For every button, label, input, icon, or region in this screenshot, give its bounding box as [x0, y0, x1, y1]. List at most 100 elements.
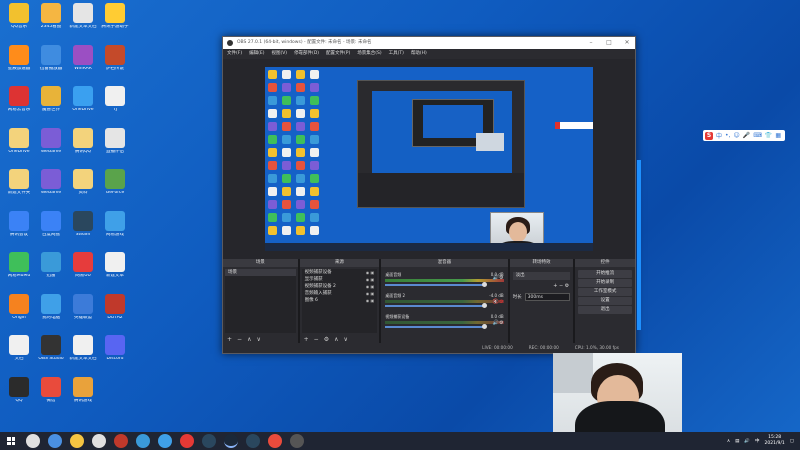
desktop-icon[interactable]: Origin — [2, 293, 36, 333]
desktop-icon[interactable]: 2345看图 — [34, 2, 68, 42]
desktop-icon[interactable]: 腾讯会议 — [2, 210, 36, 250]
desktop-icon[interactable]: Discord — [98, 334, 132, 374]
minimize-icon[interactable]: – — [583, 37, 599, 49]
menu-scene-collection[interactable]: 场景集合(S) — [357, 49, 381, 59]
volume-slider[interactable] — [385, 303, 488, 308]
eye-icon[interactable]: ◉ ▣ — [366, 283, 375, 290]
menu-profile[interactable]: 配置文件(P) — [326, 49, 350, 59]
desktop-icon[interactable]: 网易云音乐 — [2, 85, 36, 125]
preview-canvas[interactable] — [265, 67, 593, 251]
speaker-icon[interactable]: 🔊⚙ — [493, 275, 504, 281]
start-streaming-button[interactable]: 开始推流 — [578, 270, 632, 278]
ime-toolbar[interactable]: S 中 •, ☺ 🎤 ⌨ 👕 ▦ — [703, 130, 785, 141]
tray-arrow-icon[interactable]: ∧ — [727, 439, 730, 444]
desktop-icon[interactable]: OneDrive — [2, 127, 36, 167]
desktop-icon[interactable]: 直播伴侣 — [98, 127, 132, 167]
skin-icon[interactable]: 👕 — [765, 132, 772, 139]
transition-add-remove[interactable]: + − ⚙ — [510, 283, 574, 289]
taskbar-app-icon[interactable] — [246, 434, 260, 448]
desktop-icon[interactable]: QQ — [2, 376, 36, 416]
desktop-icon[interactable]: 网易UU — [66, 251, 100, 291]
move-up-icon[interactable]: ∧ — [247, 336, 251, 343]
toolbox-icon[interactable]: ▦ — [775, 132, 781, 139]
scene-item[interactable]: 场景 — [225, 269, 296, 276]
eye-icon[interactable]: ◉ ▣ — [366, 297, 375, 304]
remove-scene-icon[interactable]: − — [237, 336, 242, 343]
desktop-icon[interactable]: 新建文本文档 — [66, 334, 100, 374]
desktop-icon[interactable]: 新建文件夹 — [2, 168, 36, 208]
menu-file[interactable]: 文件(F) — [227, 49, 242, 59]
close-icon[interactable]: ✕ — [619, 37, 635, 49]
desktop-icon[interactable]: 网易游戏 — [98, 210, 132, 250]
punctuation-icon[interactable]: •, — [725, 132, 730, 139]
desktop-icon[interactable]: QQ音乐 — [2, 2, 36, 42]
desktop-icon[interactable]: 迅雷 — [34, 251, 68, 291]
eye-icon[interactable]: ◉ ▣ — [366, 276, 375, 283]
source-item[interactable]: 图像 6 ◉ ▣ — [302, 297, 378, 304]
desktop-icon[interactable]: 新建文本文档 — [66, 2, 100, 42]
desktop-icon[interactable]: WinRAR — [66, 44, 100, 84]
desktop-icon[interactable]: 我的电脑 — [34, 293, 68, 333]
desktop-icon[interactable]: 魔兽世界 — [34, 85, 68, 125]
taskbar-app-icon[interactable] — [136, 434, 150, 448]
obs-title-bar[interactable]: OBS 27.0.1 (64-bit, windows) - 配置文件: 未命名… — [223, 37, 635, 49]
source-item[interactable]: 音频输入捕获 ◉ ▣ — [302, 290, 378, 297]
desktop-icon[interactable]: 网易MuMu — [2, 251, 36, 291]
desktop-icon[interactable]: 文档 — [2, 334, 36, 374]
desktop-icon[interactable]: OBS Studio — [34, 334, 68, 374]
emoji-icon[interactable]: ☺ — [733, 132, 739, 139]
desktop-icon[interactable]: Steam — [66, 210, 100, 250]
eye-icon[interactable]: ◉ ▣ — [366, 290, 375, 297]
desktop-icon[interactable]: OneDrive — [66, 85, 100, 125]
desktop-icon[interactable]: 英雄联盟 — [66, 293, 100, 333]
volume-slider[interactable] — [385, 282, 488, 287]
taskbar-app-icon[interactable] — [26, 434, 40, 448]
move-down-icon[interactable]: ∨ — [343, 336, 347, 343]
keyboard-icon[interactable]: ⌨ — [753, 132, 762, 139]
speaker-icon[interactable]: 🔊⚙ — [493, 320, 504, 326]
desktop-icon[interactable]: 迅雷播放器 — [34, 44, 68, 84]
taskbar-app-icon[interactable] — [48, 434, 62, 448]
start-recording-button[interactable]: 开始录制 — [578, 279, 632, 287]
eye-icon[interactable]: ◉ ▣ — [366, 269, 375, 276]
menu-tools[interactable]: 工具(T) — [389, 49, 404, 59]
menu-help[interactable]: 帮助(H) — [411, 49, 427, 59]
ime-tray-icon[interactable]: 中 — [755, 438, 760, 444]
menu-docks[interactable]: 停靠部件(D) — [294, 49, 319, 59]
studio-mode-button[interactable]: 工作室模式 — [578, 288, 632, 296]
notification-icon[interactable]: ▢ — [790, 439, 794, 444]
taskbar-app-icon[interactable] — [268, 434, 282, 448]
add-source-icon[interactable]: + — [304, 336, 309, 343]
taskbar-app-icon[interactable] — [290, 434, 304, 448]
windows-start-icon[interactable] — [4, 434, 18, 448]
menu-edit[interactable]: 编辑(E) — [249, 49, 264, 59]
source-item[interactable]: 显示捕获 ◉ ▣ — [302, 276, 378, 283]
desktop-icon[interactable]: DOTA2 — [98, 293, 132, 333]
taskbar-app-icon[interactable] — [224, 434, 238, 448]
menu-view[interactable]: 视图(V) — [271, 49, 287, 59]
desktop-icon[interactable]: WeGame — [34, 127, 68, 167]
desktop-icon[interactable]: 百度网盘 — [34, 210, 68, 250]
source-settings-icon[interactable]: ⚙ — [324, 336, 329, 343]
volume-icon[interactable]: 🔊 — [744, 439, 750, 444]
taskbar-app-icon[interactable] — [70, 434, 84, 448]
desktop-icon[interactable]: 腾讯QQ — [66, 127, 100, 167]
network-icon[interactable]: ▤ — [735, 439, 739, 444]
add-scene-icon[interactable]: + — [227, 336, 232, 343]
desktop-icon[interactable]: 腾讯手游助手 — [98, 2, 132, 42]
source-item[interactable]: 视频捕获设备 ◉ ▣ — [302, 269, 378, 276]
taskbar-app-icon[interactable] — [92, 434, 106, 448]
muted-speaker-icon[interactable]: 🔇⚙ — [493, 299, 504, 305]
desktop-icon[interactable]: 微信 — [34, 376, 68, 416]
settings-button[interactable]: 设置 — [578, 297, 632, 305]
clock[interactable]: 15:28 2021/9/1 — [765, 435, 785, 447]
taskbar-app-icon[interactable] — [158, 434, 172, 448]
move-up-icon[interactable]: ∧ — [334, 336, 338, 343]
taskbar-app-icon[interactable] — [114, 434, 128, 448]
desktop-icon[interactable]: 星辰加速器 — [2, 44, 36, 84]
ime-mode-label[interactable]: 中 — [716, 131, 722, 140]
maximize-icon[interactable]: □ — [601, 37, 617, 49]
taskbar-app-icon[interactable] — [180, 434, 194, 448]
duration-input[interactable]: 300ms — [524, 293, 571, 301]
remove-source-icon[interactable]: − — [314, 336, 319, 343]
